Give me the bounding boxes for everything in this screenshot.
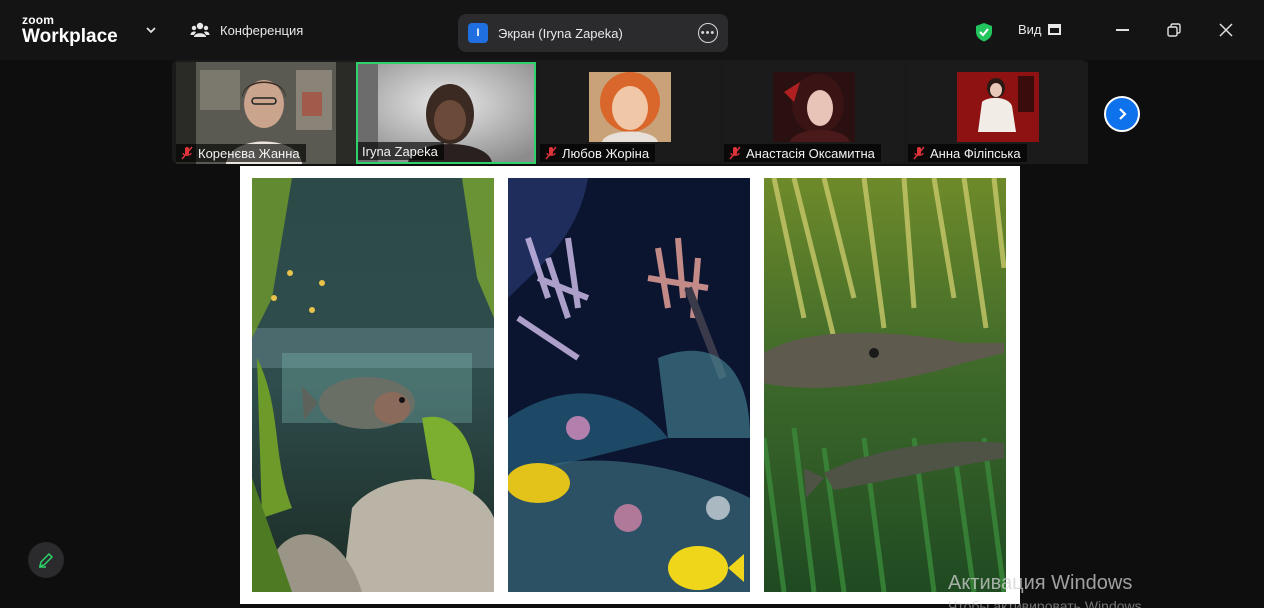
participant-name: Iryna Zapeka: [362, 143, 438, 159]
mic-muted-icon: [729, 146, 741, 160]
participant-tile[interactable]: Любов Жоріна: [540, 62, 720, 164]
restore-button[interactable]: [1162, 18, 1186, 42]
next-page-button[interactable]: [1104, 96, 1140, 132]
security-shield-icon[interactable]: [975, 22, 993, 42]
participant-name-tag: Коренєва Жанна: [176, 144, 306, 162]
chevron-right-icon: [1119, 108, 1127, 120]
minimize-icon: [1115, 29, 1129, 31]
aquarium-photo-gar-fish: [764, 178, 1006, 592]
people-icon: [190, 22, 210, 37]
more-options-icon[interactable]: •••: [698, 23, 718, 43]
shared-screen: [240, 166, 1020, 604]
mic-muted-icon: [181, 146, 193, 160]
mic-muted-icon: [545, 146, 557, 160]
screen-share-label: Экран (Iryna Zapeka): [498, 25, 623, 41]
meeting-label: Конференция: [220, 22, 304, 38]
participant-thumbnail-strip: Коренєва Жанна Iryna Zapeka Любов Жоріна…: [172, 60, 1088, 164]
aquarium-photo-coral-reef: [508, 178, 750, 592]
chevron-down-icon[interactable]: [144, 24, 158, 36]
participant-name: Любов Жоріна: [562, 145, 650, 161]
mic-muted-icon: [913, 146, 925, 160]
windows-activation-subtitle: Чтобы активировать Windows: [948, 598, 1142, 608]
annotate-button[interactable]: [28, 542, 64, 578]
participant-tile[interactable]: Анна Філіпська: [908, 62, 1088, 164]
participant-name: Анна Філіпська: [930, 145, 1021, 161]
participant-name-tag: Любов Жоріна: [540, 144, 656, 162]
view-button[interactable]: Вид: [1018, 22, 1061, 37]
screen-share-indicator[interactable]: I Экран (Iryna Zapeka) •••: [458, 14, 728, 52]
participant-name: Коренєва Жанна: [198, 145, 300, 161]
logo-zoom-text: zoom: [22, 13, 55, 27]
participant-name-tag: Анна Філіпська: [908, 144, 1027, 162]
close-icon: [1219, 23, 1233, 37]
participant-name: Анастасія Оксамитна: [746, 145, 875, 161]
title-bar: zoom Workplace Конференция I Экран (Iryn…: [0, 0, 1264, 60]
aquarium-photo-piranha: [252, 178, 494, 592]
view-label: Вид: [1018, 22, 1042, 37]
participant-name-tag: Анастасія Оксамитна: [724, 144, 881, 162]
windows-activation-watermark: Активация Windows: [948, 572, 1133, 594]
restore-icon: [1167, 23, 1181, 37]
close-button[interactable]: [1214, 18, 1238, 42]
participant-tile[interactable]: Коренєва Жанна: [176, 62, 356, 164]
meeting-info-button[interactable]: Конференция: [190, 20, 303, 40]
participant-name-tag: Iryna Zapeka: [358, 142, 444, 160]
participant-tile[interactable]: Анастасія Оксамитна: [724, 62, 904, 164]
zoom-workplace-logo[interactable]: zoom Workplace: [22, 14, 118, 46]
pencil-icon: [38, 552, 54, 568]
sharer-initial-badge: I: [468, 23, 488, 43]
logo-workplace-text: Workplace: [22, 26, 118, 47]
participant-tile-active-speaker[interactable]: Iryna Zapeka: [356, 62, 536, 164]
minimize-button[interactable]: [1110, 18, 1134, 42]
grid-view-icon: [1047, 24, 1061, 35]
